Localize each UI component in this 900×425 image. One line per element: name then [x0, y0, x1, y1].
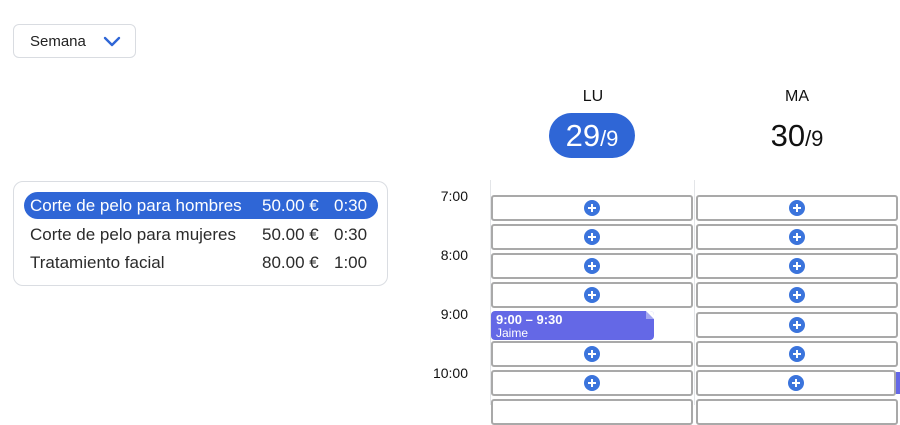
time-slot-add[interactable] [491, 224, 693, 250]
service-item[interactable]: Corte de pelo para hombres 50.00 € 0:30 [24, 192, 378, 219]
add-circle-icon [584, 258, 600, 274]
event-edge-indicator [896, 372, 900, 394]
time-slot-add[interactable] [491, 195, 693, 221]
time-slot-add[interactable] [696, 224, 898, 250]
time-slot-add[interactable] [696, 195, 898, 221]
service-price: 50.00 € [262, 225, 319, 244]
event-client: Jaime [496, 326, 529, 340]
appointment-event[interactable]: 9:00 – 9:30 Jaime [491, 311, 654, 340]
service-duration: 1:00 [334, 253, 368, 272]
grid-line [694, 180, 695, 405]
service-name: Corte de pelo para hombres [30, 196, 242, 215]
service-item[interactable]: Tratamiento facial 80.00 € 1:00 [24, 249, 378, 276]
day-date[interactable]: 30/9 [752, 113, 842, 158]
time-slot-add[interactable] [696, 253, 898, 279]
service-duration: 0:30 [334, 196, 368, 215]
hour-label: 8:00 [440, 247, 468, 263]
time-slot-add[interactable] [491, 341, 693, 367]
time-slot-add[interactable] [491, 282, 693, 308]
add-circle-icon [789, 317, 805, 333]
day-of-week-label: LU [582, 88, 604, 105]
add-circle-icon [584, 346, 600, 362]
day-number: 30 [770, 118, 806, 153]
time-slot-add[interactable] [696, 312, 898, 338]
services-list: Corte de pelo para hombres 50.00 € 0:30 … [13, 181, 388, 286]
day-month: /9 [805, 126, 824, 151]
service-price: 80.00 € [262, 253, 319, 272]
add-circle-icon [789, 287, 805, 303]
time-slot-add[interactable] [491, 399, 693, 425]
event-corner-fold [646, 311, 654, 319]
service-duration: 0:30 [334, 225, 368, 244]
hour-label: 10:00 [432, 365, 468, 381]
view-select[interactable]: Semana [13, 24, 136, 58]
service-name: Corte de pelo para mujeres [30, 225, 237, 244]
time-slot-add[interactable] [491, 370, 693, 396]
day-of-week-label: MA [785, 88, 809, 105]
add-circle-icon [789, 346, 805, 362]
add-circle-icon [584, 287, 600, 303]
time-slot-add[interactable] [696, 399, 898, 425]
time-slot-add[interactable] [696, 370, 896, 396]
add-circle-icon [789, 229, 805, 245]
time-slot-add[interactable] [696, 341, 898, 367]
service-name: Tratamiento facial [30, 253, 165, 272]
add-circle-icon [789, 200, 805, 216]
time-slot-add[interactable] [696, 282, 898, 308]
day-date-today[interactable]: 29/9 [549, 113, 635, 158]
add-circle-icon [584, 229, 600, 245]
add-circle-icon [788, 375, 804, 391]
add-circle-icon [789, 258, 805, 274]
service-price: 50.00 € [262, 196, 319, 215]
view-select-value: Semana [30, 32, 86, 50]
add-circle-icon [584, 200, 600, 216]
day-month: /9 [600, 126, 619, 151]
service-item[interactable]: Corte de pelo para mujeres 50.00 € 0:30 [24, 221, 378, 248]
time-slot-add[interactable] [491, 253, 693, 279]
hour-label: 7:00 [440, 188, 468, 204]
hour-label: 9:00 [440, 306, 468, 322]
chevron-down-icon [103, 36, 121, 47]
event-time: 9:00 – 9:30 [496, 312, 563, 327]
add-circle-icon [584, 375, 600, 391]
day-number: 29 [565, 118, 601, 153]
